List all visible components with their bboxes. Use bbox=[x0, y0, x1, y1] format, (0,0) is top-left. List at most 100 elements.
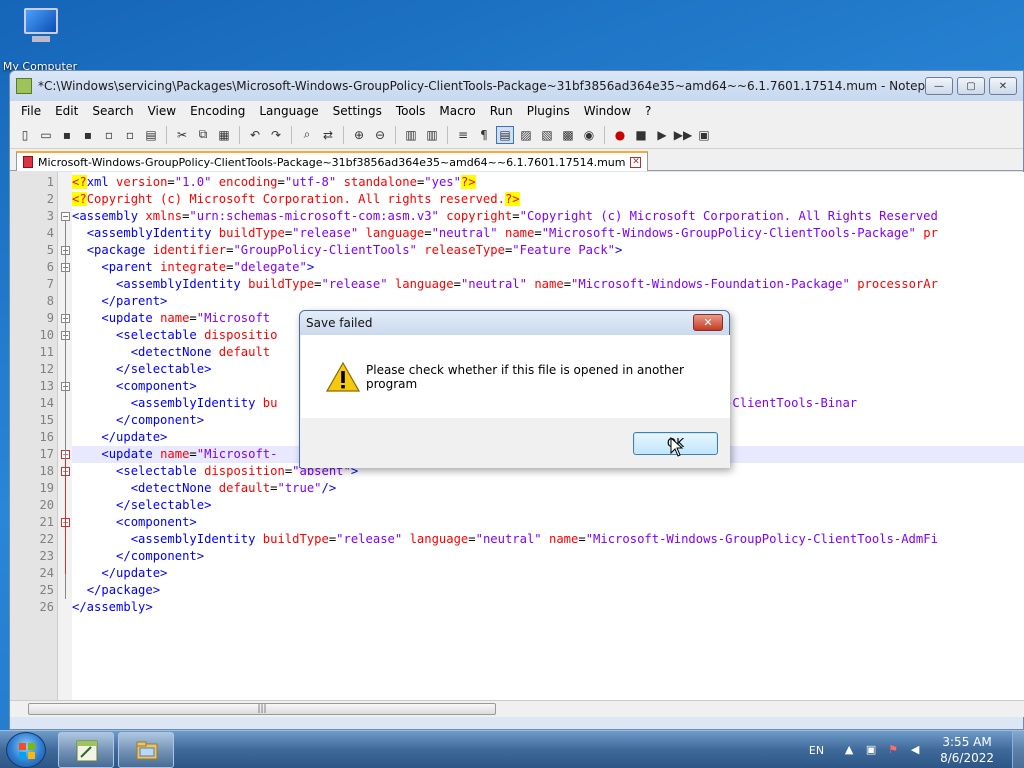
undo-icon[interactable]: ↶ bbox=[246, 126, 264, 144]
sync-vertical-icon[interactable]: ▥ bbox=[402, 126, 420, 144]
tab-mum-file[interactable]: Microsoft-Windows-GroupPolicy-ClientTool… bbox=[16, 151, 649, 171]
network-icon[interactable]: ▣ bbox=[864, 743, 878, 757]
line-number: 17 bbox=[39, 447, 54, 461]
stop-record-icon[interactable]: ■ bbox=[632, 126, 650, 144]
code-token: "GroupPolicy-ClientTools" bbox=[233, 243, 417, 257]
close-all-icon[interactable]: ▫ bbox=[121, 126, 139, 144]
menu-macro[interactable]: Macro bbox=[432, 104, 482, 118]
code-line[interactable]: <parent integrate="delegate"> bbox=[72, 259, 1024, 276]
show-desktop-button[interactable] bbox=[1012, 731, 1024, 768]
code-line[interactable]: <package identifier="GroupPolicy-ClientT… bbox=[72, 242, 1024, 259]
close-tab-icon[interactable]: ✕ bbox=[630, 156, 642, 168]
cut-icon[interactable]: ✂ bbox=[173, 126, 191, 144]
desktop-icon-my-computer[interactable]: My Computer bbox=[2, 6, 78, 73]
code-token: "Microsoft bbox=[196, 311, 271, 325]
close-window-button[interactable]: ✕ bbox=[989, 77, 1017, 95]
menu-settings[interactable]: Settings bbox=[326, 104, 389, 118]
menu-edit[interactable]: Edit bbox=[48, 104, 85, 118]
close-icon[interactable]: ▫ bbox=[100, 126, 118, 144]
menu-help[interactable]: ? bbox=[638, 104, 658, 118]
code-token: ?> bbox=[504, 192, 520, 206]
show-hidden-icons-icon[interactable]: ▲ bbox=[842, 743, 856, 757]
code-line[interactable]: </selectable> bbox=[72, 497, 1024, 514]
code-line[interactable]: <assemblyIdentity buildType="release" la… bbox=[72, 531, 1024, 548]
code-token: > bbox=[615, 243, 623, 257]
taskbar-notepadpp[interactable] bbox=[58, 732, 114, 768]
toolbar-separator bbox=[343, 125, 344, 144]
menu-encoding[interactable]: Encoding bbox=[183, 104, 252, 118]
indent-guide-icon[interactable]: ▤ bbox=[496, 125, 514, 144]
maximize-button[interactable]: ▢ bbox=[957, 77, 985, 95]
save-icon[interactable]: ▪ bbox=[58, 126, 76, 144]
fold-margin: −−−−−−−−− bbox=[58, 172, 72, 717]
menu-language[interactable]: Language bbox=[252, 104, 325, 118]
menu-view[interactable]: View bbox=[141, 104, 183, 118]
menu-tools[interactable]: Tools bbox=[389, 104, 433, 118]
code-line[interactable]: <detectNone default="true"/> bbox=[72, 480, 1024, 497]
fold-toggle-icon[interactable]: − bbox=[61, 212, 70, 221]
zoom-out-icon[interactable]: ⊖ bbox=[371, 126, 389, 144]
title-bar[interactable]: *C:\Windows\servicing\Packages\Microsoft… bbox=[10, 71, 1023, 101]
copy-icon[interactable]: ⧉ bbox=[194, 126, 212, 144]
run-macro-multiple-icon[interactable]: ▶▶ bbox=[674, 126, 692, 144]
record-macro-icon[interactable]: ● bbox=[611, 126, 629, 144]
taskbar: EN ▲ ▣ ⚑ ◀ 3:55 AM 8/6/2022 bbox=[0, 730, 1024, 768]
code-line[interactable]: </update> bbox=[72, 565, 1024, 582]
dialog-close-button[interactable]: ✕ bbox=[693, 314, 723, 331]
code-line[interactable]: <component> bbox=[72, 514, 1024, 531]
dialog-title[interactable]: Save failed bbox=[300, 311, 729, 335]
print-icon[interactable]: ▤ bbox=[142, 126, 160, 144]
line-number: 11 bbox=[39, 345, 54, 359]
menu-plugins[interactable]: Plugins bbox=[520, 104, 577, 118]
menu-window[interactable]: Window bbox=[577, 104, 638, 118]
menu-run[interactable]: Run bbox=[483, 104, 520, 118]
paste-icon[interactable]: ▦ bbox=[215, 126, 233, 144]
horizontal-scrollbar[interactable]: ||| bbox=[10, 700, 1024, 717]
menu-search[interactable]: Search bbox=[85, 104, 140, 118]
code-line[interactable]: </package> bbox=[72, 582, 1024, 599]
code-line[interactable]: <assemblyIdentity buildType="release" la… bbox=[72, 276, 1024, 293]
code-line[interactable]: <assembly xmlns = "urn:schemas-microsoft-c… bbox=[72, 208, 1024, 225]
find-icon[interactable]: ⌕ bbox=[298, 126, 316, 144]
new-file-icon[interactable]: ▯ bbox=[16, 126, 34, 144]
start-button[interactable] bbox=[6, 732, 46, 768]
code-line[interactable]: </assembly> bbox=[72, 599, 1024, 616]
open-file-icon[interactable]: ▭ bbox=[37, 126, 55, 144]
scrollbar-thumb[interactable]: ||| bbox=[28, 703, 496, 715]
show-all-chars-icon[interactable]: ¶ bbox=[475, 126, 493, 144]
menu-file[interactable]: File bbox=[14, 104, 48, 118]
code-token: = bbox=[189, 447, 197, 461]
save-macro-icon[interactable]: ▣ bbox=[695, 126, 713, 144]
code-token: <selectable bbox=[116, 328, 205, 342]
code-token: = bbox=[468, 532, 476, 546]
replace-icon[interactable]: ⇄ bbox=[319, 126, 337, 144]
code-line[interactable]: </component> bbox=[72, 548, 1024, 565]
minimize-button[interactable]: — bbox=[925, 77, 953, 95]
code-line[interactable]: <?xml version="1.0" encoding="utf-8" sta… bbox=[72, 174, 1024, 191]
doc-map-icon[interactable]: ▨ bbox=[517, 126, 535, 144]
function-list-icon[interactable]: ▧ bbox=[538, 126, 556, 144]
code-token: "delegate" bbox=[233, 260, 307, 274]
word-wrap-icon[interactable]: ≡ bbox=[454, 126, 472, 144]
action-center-flag-icon[interactable]: ⚑ bbox=[886, 743, 900, 757]
redo-icon[interactable]: ↷ bbox=[267, 126, 285, 144]
code-line[interactable]: <assemblyIdentity buildType="release" la… bbox=[72, 225, 1024, 242]
clock-time: 3:55 AM bbox=[942, 735, 992, 749]
play-macro-icon[interactable]: ▶ bbox=[653, 126, 671, 144]
zoom-in-icon[interactable]: ⊕ bbox=[350, 126, 368, 144]
taskbar-explorer[interactable] bbox=[118, 732, 174, 768]
code-token: buildType bbox=[262, 532, 329, 546]
sync-horizontal-icon[interactable]: ▥ bbox=[423, 126, 441, 144]
code-line[interactable]: </parent> bbox=[72, 293, 1024, 310]
clock[interactable]: 3:55 AM 8/6/2022 bbox=[940, 734, 994, 766]
save-all-icon[interactable]: ▪ bbox=[79, 126, 97, 144]
code-line[interactable]: <?Copyright (c) Microsoft Corporation. A… bbox=[72, 191, 1024, 208]
language-indicator[interactable]: EN bbox=[809, 744, 824, 757]
menu-bar: File Edit Search View Encoding Language Settin… bbox=[10, 101, 1023, 121]
volume-icon[interactable]: ◀ bbox=[908, 743, 922, 757]
folder-workspace-icon[interactable]: ▩ bbox=[559, 126, 577, 144]
mouse-cursor-icon bbox=[670, 436, 684, 460]
monitoring-icon[interactable]: ◉ bbox=[580, 126, 598, 144]
